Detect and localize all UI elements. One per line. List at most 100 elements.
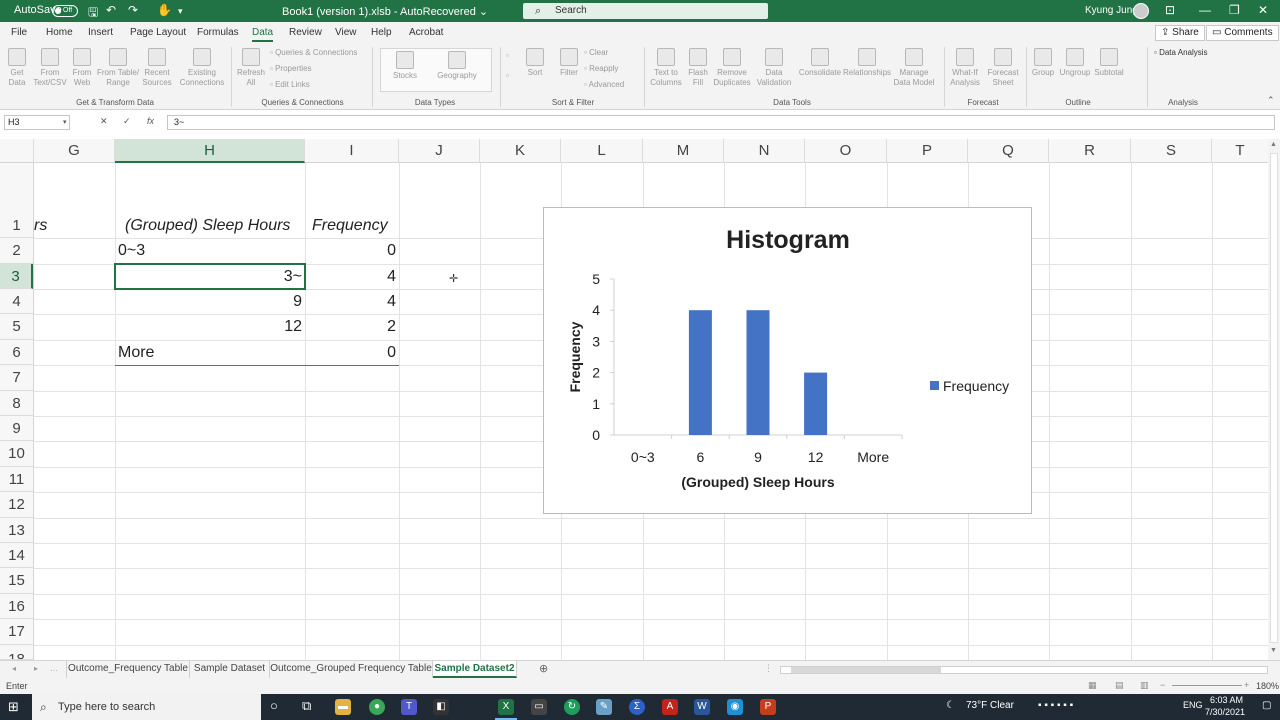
column-header-q[interactable]: Q xyxy=(968,139,1049,163)
tab-acrobat[interactable]: Acrobat xyxy=(409,27,443,38)
clear-button[interactable]: Clear xyxy=(584,48,608,57)
cell-i1[interactable]: Frequency xyxy=(312,213,398,238)
row-header-15[interactable]: 15 xyxy=(0,568,33,594)
cortana-icon[interactable]: ○ xyxy=(270,698,278,713)
refresh-all-button[interactable]: Refresh All xyxy=(235,48,267,88)
notes-icon[interactable]: ✎ xyxy=(596,699,612,715)
column-header-l[interactable]: L xyxy=(561,139,643,163)
text-to-columns-button[interactable]: Text to Columns xyxy=(648,48,684,88)
tray-icons[interactable]: ▪ ▪ ▪ ▪ ▪ ▪ xyxy=(1038,700,1073,711)
row-header-18[interactable]: 18 xyxy=(0,645,33,660)
tab-insert[interactable]: Insert xyxy=(88,27,113,38)
ungroup-button[interactable]: Ungroup xyxy=(1058,48,1092,78)
refresh-app-icon[interactable]: ↻ xyxy=(564,699,580,715)
geography-button[interactable]: Geography xyxy=(436,51,478,81)
forecast-sheet-button[interactable]: Forecast Sheet xyxy=(986,48,1020,88)
tab-review[interactable]: Review xyxy=(289,27,322,38)
row-header-11[interactable]: 11 xyxy=(0,467,33,492)
row-header-8[interactable]: 8 xyxy=(0,391,33,416)
redo-icon[interactable]: ↷ xyxy=(128,3,138,17)
teams-icon[interactable]: T xyxy=(401,699,417,715)
horizontal-scrollbar[interactable] xyxy=(780,666,1268,674)
column-header-n[interactable]: N xyxy=(724,139,805,163)
row-header-7[interactable]: 7 xyxy=(0,365,33,391)
relationships-button[interactable]: Relationships xyxy=(843,48,891,78)
weather-text[interactable]: 73°F Clear xyxy=(966,700,1014,711)
row-header-3[interactable]: 3 xyxy=(0,264,33,289)
tab-data[interactable]: Data xyxy=(252,27,274,42)
reapply-button[interactable]: Reapply xyxy=(584,64,618,73)
cell-i2[interactable]: 0 xyxy=(306,238,396,263)
column-header-s[interactable]: S xyxy=(1131,139,1212,163)
row-header-10[interactable]: 10 xyxy=(0,441,33,467)
queries-connections-button[interactable]: Queries & Connections xyxy=(270,48,357,57)
row-header-16[interactable]: 16 xyxy=(0,594,33,619)
comments-button[interactable]: ▭ Comments xyxy=(1206,25,1279,41)
restore-icon[interactable]: ❐ xyxy=(1229,3,1240,17)
zoom-in-icon[interactable]: + xyxy=(1244,680,1249,690)
search-box[interactable]: ⌕ Search xyxy=(523,3,768,19)
sheet-tab-sample-dataset2[interactable]: Sample Dataset2 xyxy=(433,661,517,678)
cell-h4[interactable]: 9 xyxy=(116,289,302,314)
existing-connections-button[interactable]: Existing Connections xyxy=(177,48,227,88)
tab-view[interactable]: View xyxy=(335,27,357,38)
save-icon[interactable]: 🖫 xyxy=(88,3,98,24)
insert-function-icon[interactable]: fx xyxy=(147,116,154,126)
select-all-corner[interactable] xyxy=(0,139,34,163)
autosave-toggle[interactable]: Off xyxy=(52,5,78,17)
close-icon[interactable]: ✕ xyxy=(1258,3,1268,17)
advanced-button[interactable]: Advanced xyxy=(584,80,625,89)
row-header-9[interactable]: 9 xyxy=(0,416,33,441)
clock-time[interactable]: 6:03 AM xyxy=(1210,695,1243,705)
remove-duplicates-button[interactable]: Remove Duplicates xyxy=(712,48,752,88)
formula-input[interactable]: 3~ xyxy=(167,115,1275,130)
row-header-12[interactable]: 12 xyxy=(0,492,33,518)
row-header-6[interactable]: 6 xyxy=(0,340,33,365)
taskbar-search[interactable]: ⌕ Type here to search xyxy=(32,694,261,720)
task-view-icon[interactable]: ⧉ xyxy=(302,698,311,714)
data-analysis-button[interactable]: Data Analysis xyxy=(1154,48,1207,57)
sheet-tab-outcome-grouped[interactable]: Outcome_Grouped Frequency Table xyxy=(270,661,433,678)
normal-view-icon[interactable]: ▦ xyxy=(1088,680,1097,691)
cell-h6[interactable]: More xyxy=(118,340,298,365)
collapse-ribbon-icon[interactable]: ⌃ xyxy=(1267,95,1275,106)
enter-icon[interactable]: ✓ xyxy=(123,116,131,127)
language-indicator[interactable]: ENG xyxy=(1183,700,1203,710)
column-header-t[interactable]: T xyxy=(1212,139,1268,163)
column-header-h[interactable]: H xyxy=(115,139,305,163)
excel-taskbar-icon[interactable]: X xyxy=(495,699,517,720)
tab-file[interactable]: File xyxy=(11,27,27,38)
minimize-icon[interactable]: — xyxy=(1199,3,1211,17)
chrome-icon[interactable]: ● xyxy=(369,699,385,715)
what-if-button[interactable]: What-If Analysis xyxy=(946,48,984,88)
sheet-tab-outcome-frequency[interactable]: Outcome_Frequency Table xyxy=(66,661,190,678)
row-header-4[interactable]: 4 xyxy=(0,289,33,314)
consolidate-button[interactable]: Consolidate xyxy=(797,48,843,78)
page-break-view-icon[interactable]: ▥ xyxy=(1140,680,1149,691)
column-header-i[interactable]: I xyxy=(305,139,399,163)
column-header-g[interactable]: G xyxy=(34,139,115,163)
word-icon[interactable]: W xyxy=(694,699,710,715)
subtotal-button[interactable]: Subtotal xyxy=(1093,48,1125,78)
cell-i6[interactable]: 0 xyxy=(306,340,396,365)
column-header-k[interactable]: K xyxy=(480,139,561,163)
cell-i5[interactable]: 2 xyxy=(306,314,396,339)
cell-i4[interactable]: 4 xyxy=(306,289,396,314)
cell-i3[interactable]: 4 xyxy=(306,264,396,289)
page-layout-view-icon[interactable]: ▤ xyxy=(1115,680,1124,691)
undo-icon[interactable]: ↶ xyxy=(106,3,116,17)
column-header-o[interactable]: O xyxy=(805,139,887,163)
data-validation-button[interactable]: Data Validation xyxy=(752,48,796,88)
tab-split-handle-icon[interactable]: ⋮ xyxy=(764,663,773,674)
manage-data-model-button[interactable]: Manage Data Model xyxy=(893,48,935,88)
customize-toolbar-icon[interactable]: ▾ xyxy=(178,6,183,17)
touch-mode-icon[interactable]: ✋ xyxy=(157,3,172,17)
sigma-app-icon[interactable]: Σ xyxy=(629,699,645,715)
name-box[interactable]: H3 xyxy=(4,115,70,130)
column-header-j[interactable]: J xyxy=(399,139,480,163)
clock-date[interactable]: 7/30/2021 xyxy=(1205,707,1245,717)
user-name[interactable]: Kyung Jung xyxy=(1085,5,1138,16)
flash-fill-button[interactable]: Flash Fill xyxy=(686,48,710,88)
scroll-up-icon[interactable]: ▲ xyxy=(1270,141,1277,148)
from-text-csv-button[interactable]: From Text/CSV xyxy=(33,48,67,88)
